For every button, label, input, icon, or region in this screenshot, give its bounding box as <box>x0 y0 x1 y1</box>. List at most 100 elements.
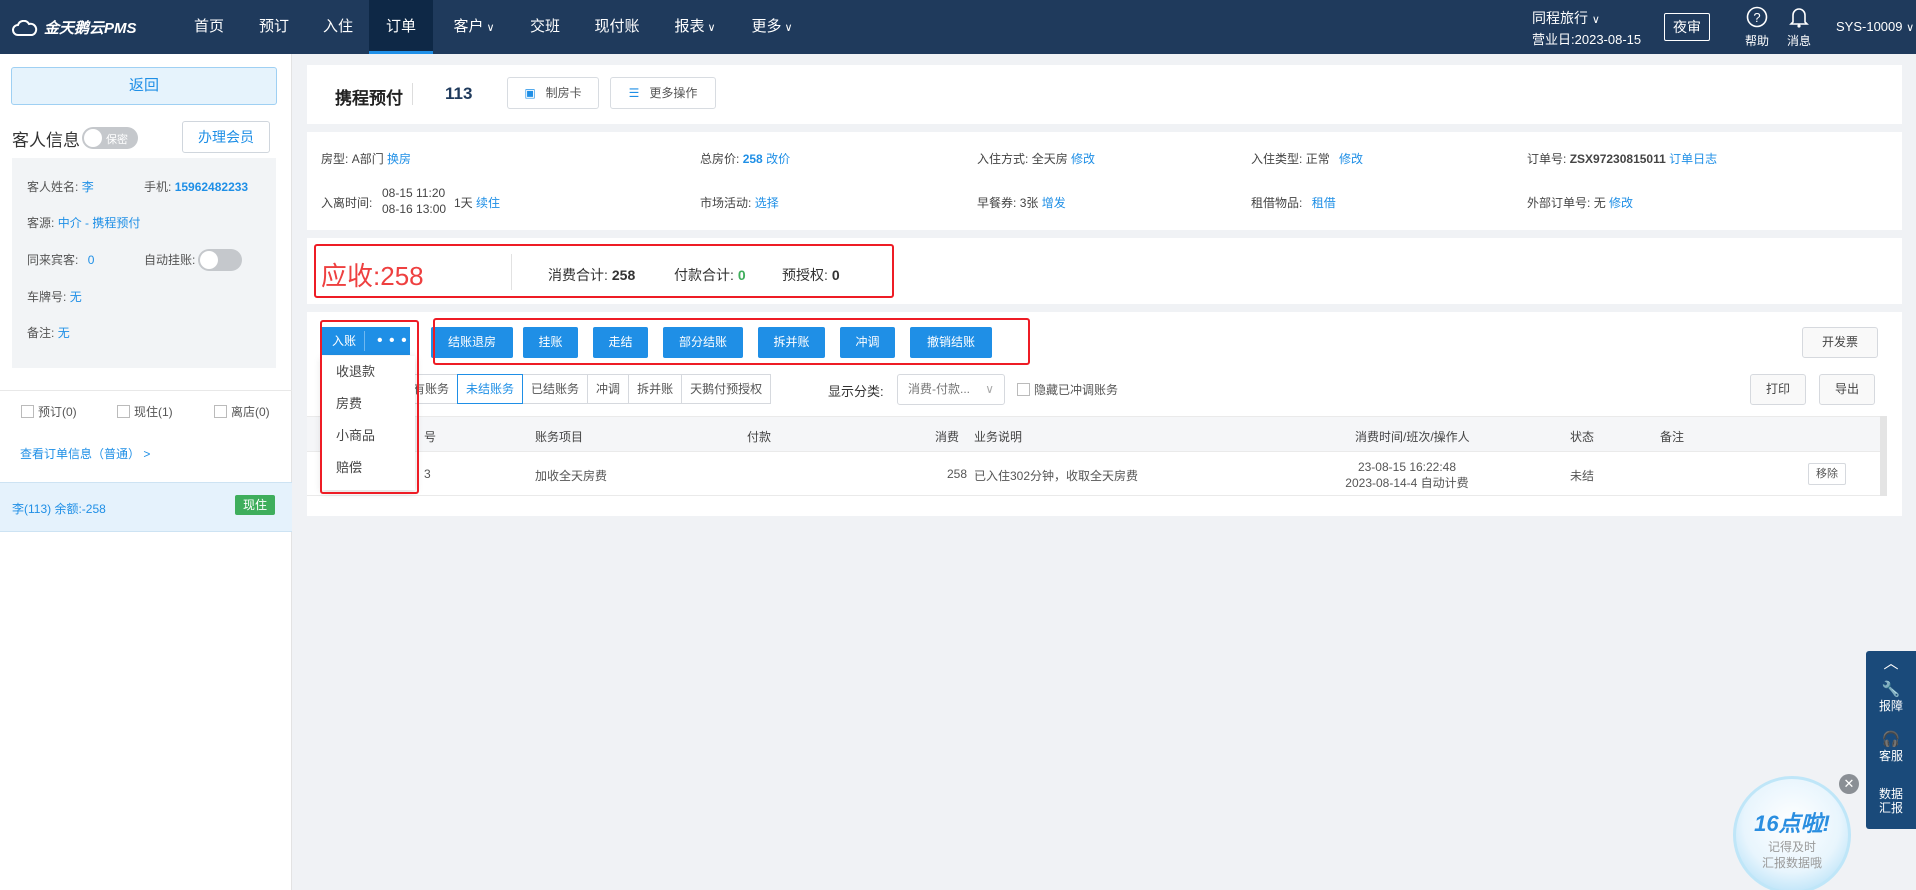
highlight-box <box>433 318 1030 365</box>
filter-split[interactable]: 拆并账 <box>628 374 683 404</box>
app-logo[interactable]: 金天鹅云PMS <box>12 17 137 38</box>
highlight-box <box>320 320 419 494</box>
night-audit-button[interactable]: 夜审 <box>1664 13 1710 41</box>
rental-link[interactable]: 租借 <box>1312 196 1336 210</box>
guest-panel: 返回 客人信息 保密 办理会员 客人姓名: 李 手机: 15962482233 … <box>0 54 292 890</box>
data-report-label: 汇报 <box>1878 801 1903 815</box>
customer-service-button[interactable]: 🎧 客服 <box>1866 731 1916 763</box>
display-category-value: 消费-付款... <box>908 382 970 396</box>
rental-field: 租借物品: 租借 <box>1251 194 1336 211</box>
hide-offset-checkbox[interactable]: 隐藏已冲调账务 <box>1017 381 1118 398</box>
auto-hang-toggle[interactable] <box>198 249 242 271</box>
nav-orders[interactable]: 订单 <box>369 0 433 54</box>
reminder-line: 汇报数据哦 <box>1761 856 1822 870</box>
breakfast-add-link[interactable]: 增发 <box>1042 196 1066 210</box>
filter-unsettled[interactable]: 未结账务 <box>457 374 524 404</box>
source-row: 客源: 中介 - 携程预付 <box>27 214 140 231</box>
room-list-item[interactable]: 李(113) 余额:-258 现住 <box>0 482 292 532</box>
extend-stay-link[interactable]: 续住 <box>476 196 500 210</box>
filter-offset[interactable]: 冲调 <box>587 374 630 404</box>
nav-reservation[interactable]: 预订 <box>257 0 291 54</box>
order-no-label: 订单号: <box>1527 152 1567 166</box>
user-menu[interactable]: SYS-10009 ∨ <box>1836 19 1914 34</box>
plate-value[interactable]: 无 <box>70 290 82 304</box>
remove-button[interactable]: 移除 <box>1808 463 1846 485</box>
nav-home[interactable]: 首页 <box>192 0 226 54</box>
back-button[interactable]: 返回 <box>11 67 277 105</box>
room-type-field: 房型: A部门 换房 <box>321 150 411 167</box>
data-report-button[interactable]: 数据 汇报 <box>1866 787 1916 815</box>
make-card-button[interactable]: ▣ 制房卡 <box>507 77 599 109</box>
modify-checkin-mode-link[interactable]: 修改 <box>1071 152 1095 166</box>
chevron-down-icon: ∨ <box>1906 22 1915 34</box>
change-room-link[interactable]: 换房 <box>387 152 411 166</box>
business-date: 2023-08-15 <box>1574 32 1642 47</box>
room-type-value: A部门 <box>351 152 384 166</box>
total-price-label: 总房价: <box>700 152 740 166</box>
modify-checkin-type-link[interactable]: 修改 <box>1339 152 1363 166</box>
order-header: 携程预付 113 ▣ 制房卡 ☰ 更多操作 <box>307 65 1902 124</box>
hotel-selector[interactable]: 同程旅行 ∨ 营业日:2023-08-15 <box>1532 9 1641 49</box>
cell-no: 3 <box>424 467 431 481</box>
cell-consume: 258 <box>946 467 967 481</box>
svg-text:?: ? <box>1753 10 1760 25</box>
scroll-top-button[interactable]: ︿ <box>1866 655 1916 673</box>
remark-label: 备注: <box>27 326 55 340</box>
nav-more[interactable]: 更多 ∨ <box>748 0 796 54</box>
ext-order-field: 外部订单号: 无 修改 <box>1527 194 1633 211</box>
more-ops-button[interactable]: ☰ 更多操作 <box>610 77 716 109</box>
source-value[interactable]: 中介 <box>58 216 82 230</box>
help-label: 帮助 <box>1744 34 1769 48</box>
table-row[interactable]: 3 加收全天房费 258 已入住302分钟，收取全天房费 23-08-15 16… <box>307 452 1887 496</box>
nav-cash-account[interactable]: 现付账 <box>593 0 641 54</box>
filter-departed-checkbox[interactable]: 离店(0) <box>214 403 270 420</box>
more-ops-label: 更多操作 <box>649 86 698 100</box>
chevron-down-icon: ∨ <box>1591 14 1600 26</box>
cell-time: 23-08-15 16:22:48 2023-08-14-4 自动计费 <box>1337 459 1477 491</box>
nav-customers[interactable]: 客户 ∨ <box>449 0 499 54</box>
remark-value[interactable]: 无 <box>58 326 70 340</box>
close-icon[interactable]: ✕ <box>1839 774 1859 794</box>
filter-reserved-checkbox[interactable]: 预订(0) <box>21 403 77 420</box>
help-button[interactable]: ? 帮助 <box>1737 6 1777 49</box>
cell-time-stamp: 23-08-15 16:22:48 <box>1357 460 1457 474</box>
display-category-label: 显示分类: <box>828 384 884 399</box>
col-time: 消费时间/班次/操作人 <box>1355 430 1470 444</box>
total-price-value: 258 <box>742 152 763 166</box>
account-filter-tabs: 有账务 未结账务 已结账务 冲调 拆并账 天鹅付预授权 <box>405 374 772 404</box>
invoice-button[interactable]: 开发票 <box>1802 327 1878 358</box>
table-scrollbar[interactable] <box>1880 416 1887 496</box>
market-label: 市场活动: <box>700 196 752 210</box>
member-button[interactable]: 办理会员 <box>182 121 270 153</box>
nav-shift[interactable]: 交班 <box>528 0 562 54</box>
filter-inhouse-checkbox[interactable]: 现住(1) <box>117 403 173 420</box>
report-issue-button[interactable]: 🔧 报障 <box>1866 681 1916 713</box>
nav-checkin[interactable]: 入住 <box>321 0 355 54</box>
order-log-link[interactable]: 订单日志 <box>1669 152 1717 166</box>
checkin-type-label: 入住类型: <box>1251 152 1303 166</box>
print-button[interactable]: 打印 <box>1750 374 1806 405</box>
companions-row: 同来宾客: 0 <box>27 251 94 268</box>
companions-count[interactable]: 0 <box>88 253 95 267</box>
companions-label: 同来宾客: <box>27 253 79 267</box>
checkbox-label: 预订(0) <box>38 405 77 419</box>
filter-preauth[interactable]: 天鹅付预授权 <box>681 374 772 404</box>
room-number: 113 <box>445 84 473 103</box>
market-select-link[interactable]: 选择 <box>755 196 779 210</box>
guest-name[interactable]: 李 <box>82 180 94 194</box>
messages-button[interactable]: 消息 <box>1779 6 1819 49</box>
guest-name-label: 客人姓名: <box>27 180 79 194</box>
col-payment: 付款 <box>747 430 772 444</box>
guest-name-row: 客人姓名: 李 <box>27 178 94 195</box>
total-price-field: 总房价: 258 改价 <box>700 150 790 167</box>
nav-reports[interactable]: 报表 ∨ <box>671 0 719 54</box>
export-button[interactable]: 导出 <box>1819 374 1875 405</box>
view-order-info-link[interactable]: 查看订单信息（普通） > <box>20 445 150 462</box>
privacy-toggle[interactable]: 保密 <box>82 127 138 149</box>
filter-settled[interactable]: 已结账务 <box>522 374 589 404</box>
ext-order-modify-link[interactable]: 修改 <box>1609 196 1633 210</box>
change-price-link[interactable]: 改价 <box>766 152 790 166</box>
display-category-select[interactable]: 消费-付款... ∨ <box>897 374 1005 405</box>
reminder-bubble[interactable]: 16点啦! 记得及时 汇报数据哦 <box>1733 776 1851 890</box>
arrive-time: 08-15 11:20 <box>382 186 446 200</box>
